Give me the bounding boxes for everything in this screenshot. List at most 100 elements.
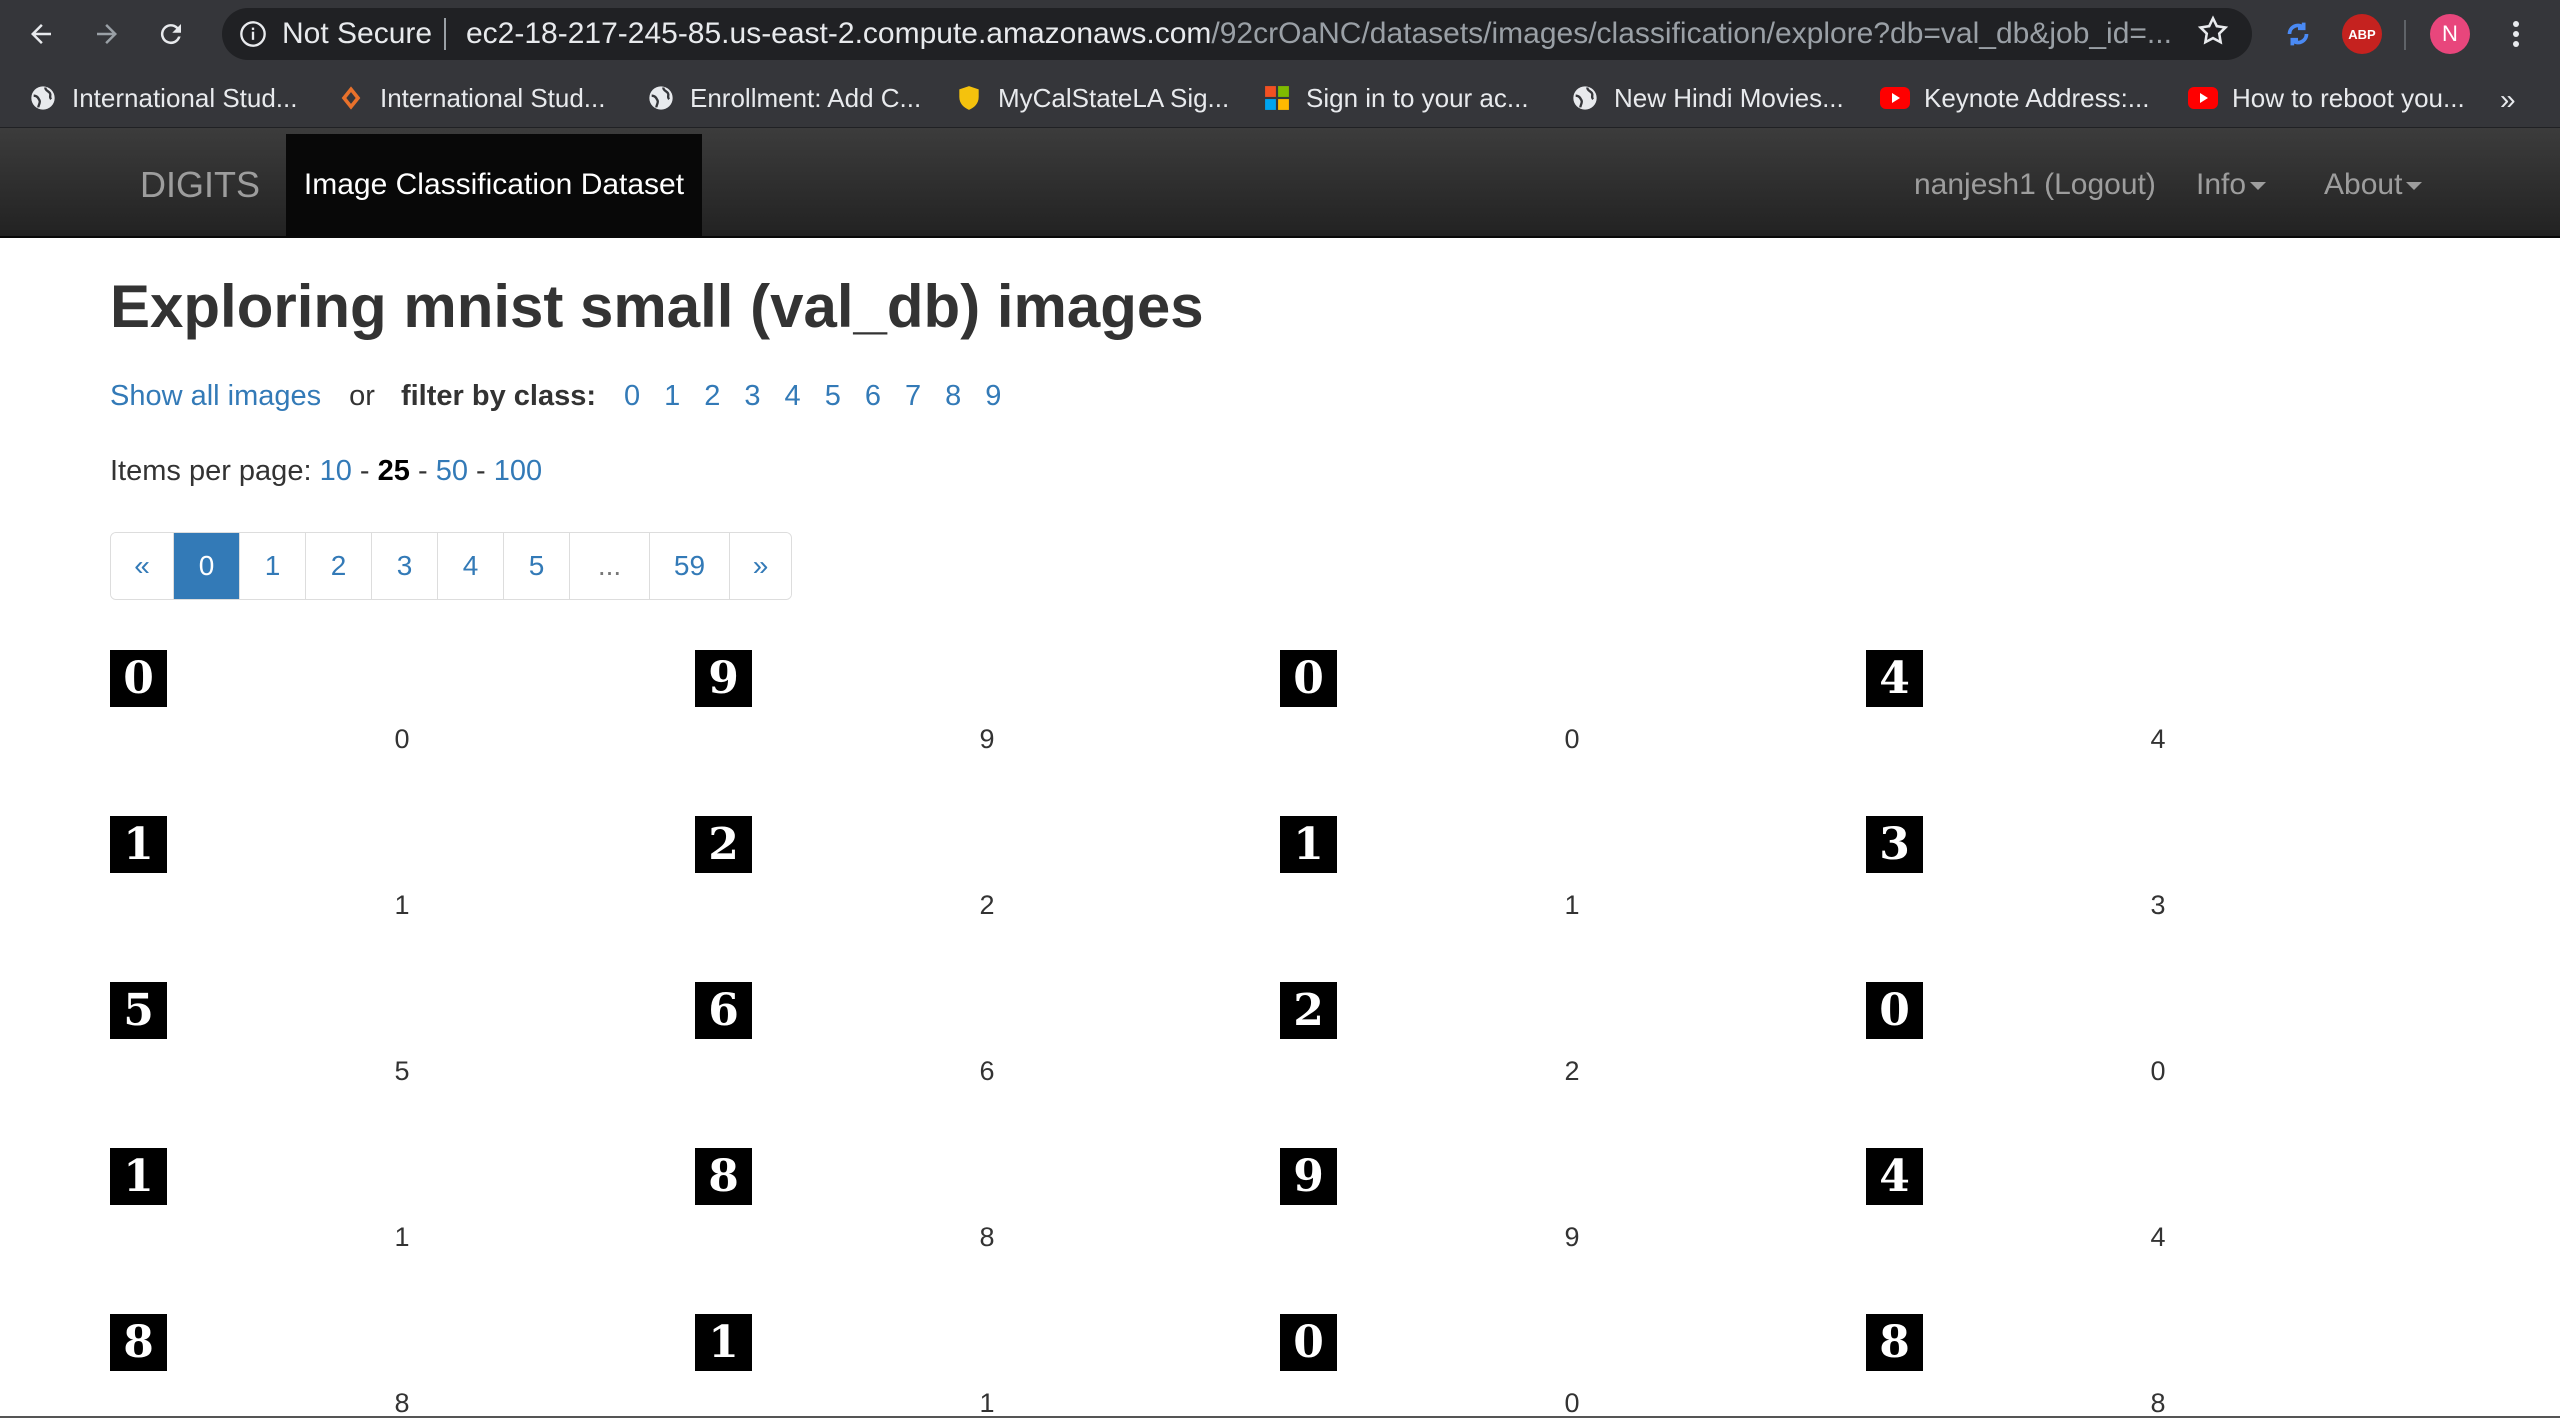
url-text[interactable]: ec2-18-217-245-85.us-east-2.compute.amaz… (466, 14, 2172, 54)
per-page-option[interactable]: 100 (494, 455, 542, 487)
page-button[interactable]: 3 (371, 533, 437, 599)
page-button: ... (569, 533, 649, 599)
digit-thumbnail[interactable]: 8 (695, 1148, 752, 1205)
reload-icon[interactable] (150, 13, 192, 55)
page-button[interactable]: 0 (173, 533, 239, 599)
digit-thumbnail[interactable]: 3 (1866, 816, 1923, 873)
brand-link[interactable]: DIGITS (140, 164, 260, 206)
bookmark-item[interactable]: New Hindi Movies... (1570, 80, 1844, 116)
page-title: Exploring mnist small (val_db) images (110, 273, 1204, 340)
bookmark-item[interactable]: Sign in to your ac... (1262, 80, 1529, 116)
bookmark-item[interactable]: International Stud... (28, 80, 297, 116)
class-filter-link[interactable]: 8 (945, 380, 961, 413)
bookmark-item[interactable]: Keynote Address:... (1880, 80, 2149, 116)
digit-thumbnail[interactable]: 9 (1280, 1148, 1337, 1205)
digit-glyph: 4 (1879, 1150, 1910, 1202)
page-button[interactable]: 59 (649, 533, 729, 599)
page-prev-button[interactable]: « (111, 533, 173, 599)
class-filter-link[interactable]: 4 (785, 380, 801, 413)
more-bookmarks-icon[interactable]: » (2500, 84, 2516, 116)
class-filter-link[interactable]: 0 (624, 380, 640, 413)
filter-by-class-label: filter by class: (400, 380, 596, 412)
page-next-button[interactable]: » (729, 533, 791, 599)
youtube-icon (1880, 83, 1910, 113)
class-label: 0 (1564, 724, 1580, 754)
digit-thumbnail[interactable]: 0 (1866, 982, 1923, 1039)
page-button[interactable]: 4 (437, 533, 503, 599)
app-navbar: DIGITS Image Classification Dataset nanj… (0, 128, 2560, 238)
back-arrow-icon[interactable] (20, 13, 62, 55)
digit-thumbnail[interactable]: 8 (1866, 1314, 1923, 1371)
nav-active-tab[interactable]: Image Classification Dataset (286, 134, 702, 236)
bookmark-item[interactable]: MyCalStateLA Sig... (954, 80, 1229, 116)
digit-thumbnail[interactable]: 8 (110, 1314, 167, 1371)
digit-thumbnail[interactable]: 0 (1280, 650, 1337, 707)
page-button[interactable]: 2 (305, 533, 371, 599)
class-filter-link[interactable]: 2 (704, 380, 720, 413)
digit-glyph: 0 (1293, 1316, 1324, 1368)
digit-thumbnail[interactable]: 1 (1280, 816, 1337, 873)
digit-thumbnail[interactable]: 1 (695, 1314, 752, 1371)
class-filter-link[interactable]: 5 (825, 380, 841, 413)
digit-glyph: 1 (123, 818, 154, 870)
digit-glyph: 2 (708, 818, 739, 870)
per-page-option[interactable]: 10 (320, 455, 352, 487)
digit-thumbnail[interactable]: 0 (110, 650, 167, 707)
image-cell: 88 (110, 1314, 694, 1418)
bookmark-item[interactable]: Enrollment: Add C... (646, 80, 921, 116)
digit-thumbnail[interactable]: 1 (110, 1148, 167, 1205)
digit-glyph: 2 (1293, 984, 1324, 1036)
kebab-menu-icon[interactable] (2496, 14, 2536, 54)
bookmark-label: Sign in to your ac... (1306, 82, 1529, 113)
class-filter-link[interactable]: 1 (664, 380, 680, 413)
digit-thumbnail[interactable]: 0 (1280, 1314, 1337, 1371)
digit-glyph: 0 (1293, 652, 1324, 704)
show-all-images-link[interactable]: Show all images (110, 380, 321, 413)
bookmark-star-icon[interactable] (2196, 14, 2230, 53)
info-menu[interactable]: Info (2196, 168, 2267, 202)
digit-thumbnail[interactable]: 4 (1866, 1148, 1923, 1205)
digit-thumbnail[interactable]: 5 (110, 982, 167, 1039)
microsoft-icon (1262, 83, 1292, 113)
bookmark-label: MyCalStateLA Sig... (998, 82, 1230, 113)
filter-row: Show all images or filter by class: 0123… (110, 380, 1025, 413)
items-per-page: Items per page: 10 - 25 - 50 - 100 (110, 455, 542, 488)
bookmark-item[interactable]: International Stud... (336, 80, 605, 116)
class-label: 1 (979, 1388, 995, 1418)
image-cell: 00 (1866, 982, 2450, 1132)
class-label: 0 (2150, 1056, 2166, 1086)
bookmark-item[interactable]: How to reboot you... (2188, 80, 2465, 116)
profile-avatar[interactable]: N (2430, 14, 2470, 54)
digit-thumbnail[interactable]: 1 (110, 816, 167, 873)
per-page-option[interactable]: 50 (436, 455, 468, 487)
class-label: 8 (394, 1388, 410, 1418)
class-label: 8 (979, 1222, 995, 1252)
browser-toolbar: Not Secure ec2-18-217-245-85.us-east-2.c… (0, 0, 2560, 68)
url-divider (444, 18, 446, 50)
class-label: 9 (979, 724, 995, 754)
digit-thumbnail[interactable]: 9 (695, 650, 752, 707)
page-button[interactable]: 5 (503, 533, 569, 599)
logout-link[interactable]: nanjesh1 (Logout) (1914, 168, 2156, 202)
class-filter-link[interactable]: 6 (865, 380, 881, 413)
globe-icon (646, 83, 676, 113)
globe-icon (28, 83, 58, 113)
class-filter-link[interactable]: 3 (744, 380, 760, 413)
digit-thumbnail[interactable]: 2 (695, 816, 752, 873)
class-filter-link[interactable]: 9 (985, 380, 1001, 413)
class-label: 2 (979, 890, 995, 920)
youtube-icon (2188, 83, 2218, 113)
digit-thumbnail[interactable]: 4 (1866, 650, 1923, 707)
digit-glyph: 8 (123, 1316, 154, 1368)
about-menu[interactable]: About (2324, 168, 2423, 202)
class-filter-link[interactable]: 7 (905, 380, 921, 413)
sync-extension-icon[interactable] (2278, 14, 2318, 54)
adblock-icon[interactable]: ABP (2342, 14, 2382, 54)
forward-arrow-icon[interactable] (86, 13, 128, 55)
caret-down-icon (2406, 182, 2423, 191)
digit-thumbnail[interactable]: 2 (1280, 982, 1337, 1039)
page-button[interactable]: 1 (239, 533, 305, 599)
info-icon[interactable] (236, 17, 270, 51)
class-label: 3 (2150, 890, 2166, 920)
digit-thumbnail[interactable]: 6 (695, 982, 752, 1039)
